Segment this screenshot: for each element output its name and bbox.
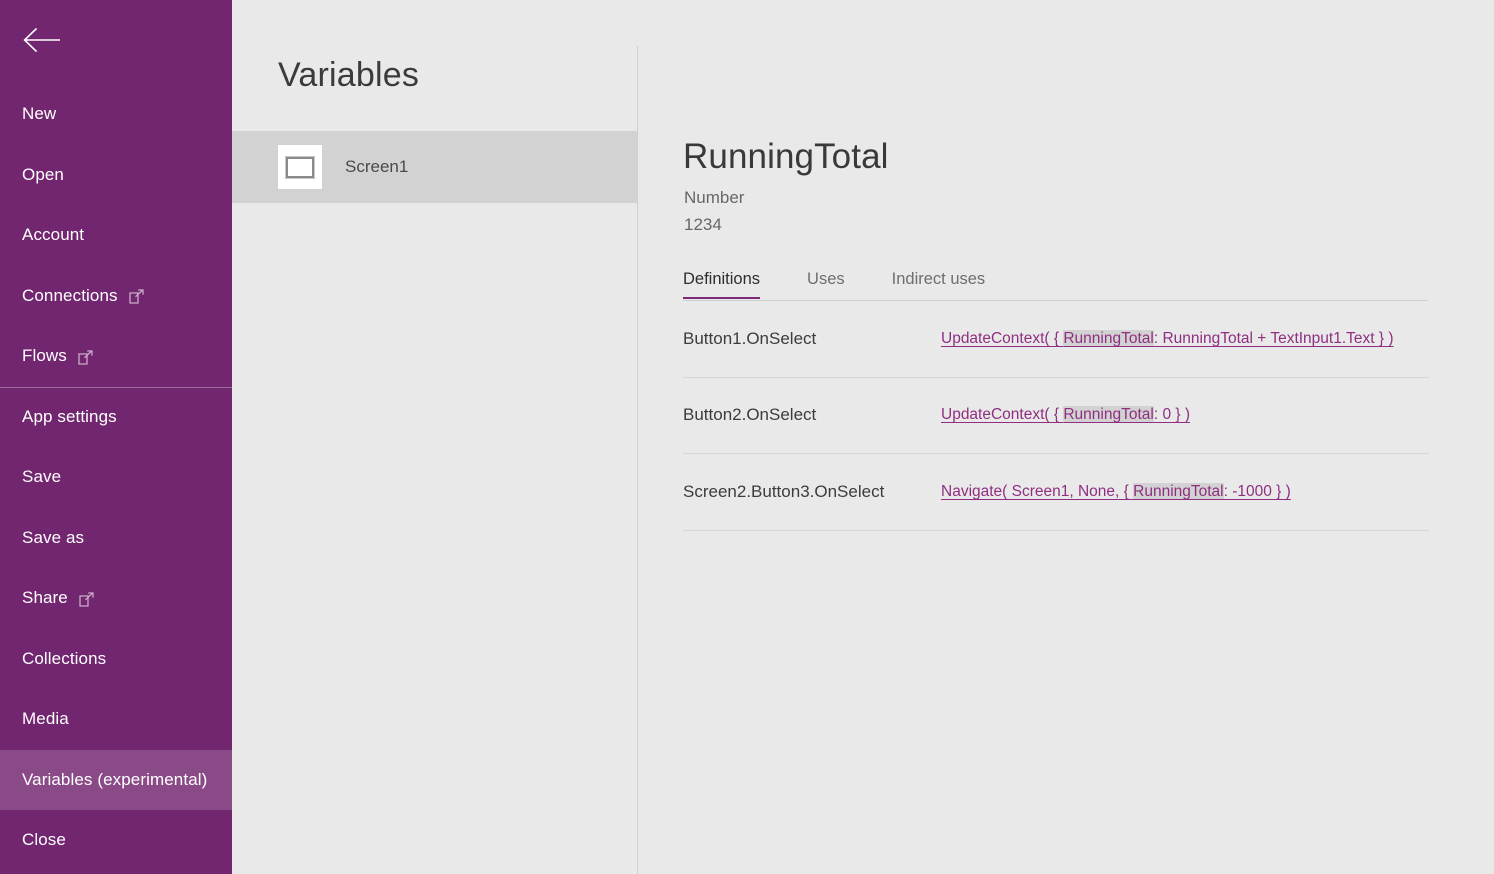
sidebar-item-label: Open	[22, 165, 64, 185]
back-button[interactable]	[0, 0, 232, 80]
sidebar-item-media[interactable]: Media	[0, 689, 232, 750]
definition-formula-link[interactable]: UpdateContext( { RunningTotal: 0 } )	[941, 406, 1190, 424]
screen-thumbnail-inner	[286, 157, 314, 178]
sidebar-item-label: New	[22, 104, 56, 124]
sidebar-item-variables-experimental[interactable]: Variables (experimental)	[0, 750, 232, 811]
sidebar-item-label: Connections	[22, 286, 118, 306]
variables-panel: Variables Screen1	[232, 0, 638, 874]
arrow-left-icon	[22, 25, 64, 55]
open-in-new-window-icon	[79, 592, 94, 607]
app-sidebar: New Open Account Connections Flows App settin…	[0, 0, 232, 874]
sidebar-item-close[interactable]: Close	[0, 810, 232, 871]
sidebar-item-label: Account	[22, 225, 84, 245]
formula-prefix: UpdateContext( {	[941, 406, 1063, 423]
variable-detail-pane: RunningTotal Number 1234 Definitions Uses…	[638, 0, 1494, 874]
sidebar-item-label: App settings	[22, 407, 117, 427]
tab-indirect-uses[interactable]: Indirect uses	[892, 270, 986, 298]
definition-formula-link[interactable]: UpdateContext( { RunningTotal: RunningTo…	[941, 330, 1394, 348]
screen-list-item-screen1[interactable]: Screen1	[232, 131, 638, 203]
definition-formula-link[interactable]: Navigate( Screen1, None, { RunningTotal:…	[941, 483, 1291, 501]
formula-suffix: : 0 } )	[1154, 406, 1190, 423]
detail-tabs: Definitions Uses Indirect uses	[683, 270, 1428, 301]
sidebar-item-label: Close	[22, 830, 66, 850]
sidebar-item-save-as[interactable]: Save as	[0, 508, 232, 569]
definition-row: Screen2.Button3.OnSelectNavigate( Screen…	[683, 454, 1429, 531]
open-in-new-window-icon	[78, 350, 93, 365]
sidebar-nav-list: New Open Account Connections Flows App settin…	[0, 84, 232, 871]
sidebar-item-account[interactable]: Account	[0, 205, 232, 266]
sidebar-item-label: Collections	[22, 649, 106, 669]
formula-highlighted-variable: RunningTotal	[1063, 330, 1153, 347]
definition-target: Screen2.Button3.OnSelect	[683, 482, 941, 502]
definition-row: Button2.OnSelectUpdateContext( { Running…	[683, 378, 1429, 455]
open-in-new-window-icon	[129, 289, 144, 304]
sidebar-item-new[interactable]: New	[0, 84, 232, 145]
sidebar-item-label: Save	[22, 467, 61, 487]
sidebar-item-label: Variables (experimental)	[22, 770, 207, 790]
formula-highlighted-variable: RunningTotal	[1063, 406, 1153, 423]
formula-suffix: : RunningTotal + TextInput1.Text } )	[1154, 330, 1394, 347]
definitions-list: Button1.OnSelectUpdateContext( { Running…	[683, 301, 1429, 531]
formula-suffix: : -1000 } )	[1224, 483, 1291, 500]
screen-thumbnail-icon	[278, 145, 322, 189]
sidebar-item-collections[interactable]: Collections	[0, 629, 232, 690]
variable-type-label: Number	[684, 188, 744, 208]
tab-uses[interactable]: Uses	[807, 270, 845, 298]
sidebar-item-save[interactable]: Save	[0, 447, 232, 508]
definition-target: Button1.OnSelect	[683, 329, 941, 349]
sidebar-item-share[interactable]: Share	[0, 568, 232, 629]
panel-title: Variables	[278, 56, 419, 95]
definition-target: Button2.OnSelect	[683, 405, 941, 425]
sidebar-item-flows[interactable]: Flows	[0, 326, 232, 387]
sidebar-item-open[interactable]: Open	[0, 145, 232, 206]
sidebar-item-app-settings[interactable]: App settings	[0, 387, 232, 448]
screen-list-item-label: Screen1	[345, 157, 408, 177]
sidebar-item-label: Flows	[22, 346, 67, 366]
tab-definitions[interactable]: Definitions	[683, 270, 760, 298]
variable-value-label: 1234	[684, 215, 722, 235]
definition-row: Button1.OnSelectUpdateContext( { Running…	[683, 301, 1429, 378]
variable-name-heading: RunningTotal	[683, 137, 889, 177]
formula-prefix: UpdateContext( {	[941, 330, 1063, 347]
app-root: New Open Account Connections Flows App settin…	[0, 0, 1494, 874]
sidebar-item-label: Media	[22, 709, 69, 729]
formula-highlighted-variable: RunningTotal	[1133, 483, 1223, 500]
formula-prefix: Navigate( Screen1, None, {	[941, 483, 1133, 500]
sidebar-item-label: Save as	[22, 528, 84, 548]
sidebar-item-connections[interactable]: Connections	[0, 266, 232, 327]
sidebar-item-label: Share	[22, 588, 68, 608]
